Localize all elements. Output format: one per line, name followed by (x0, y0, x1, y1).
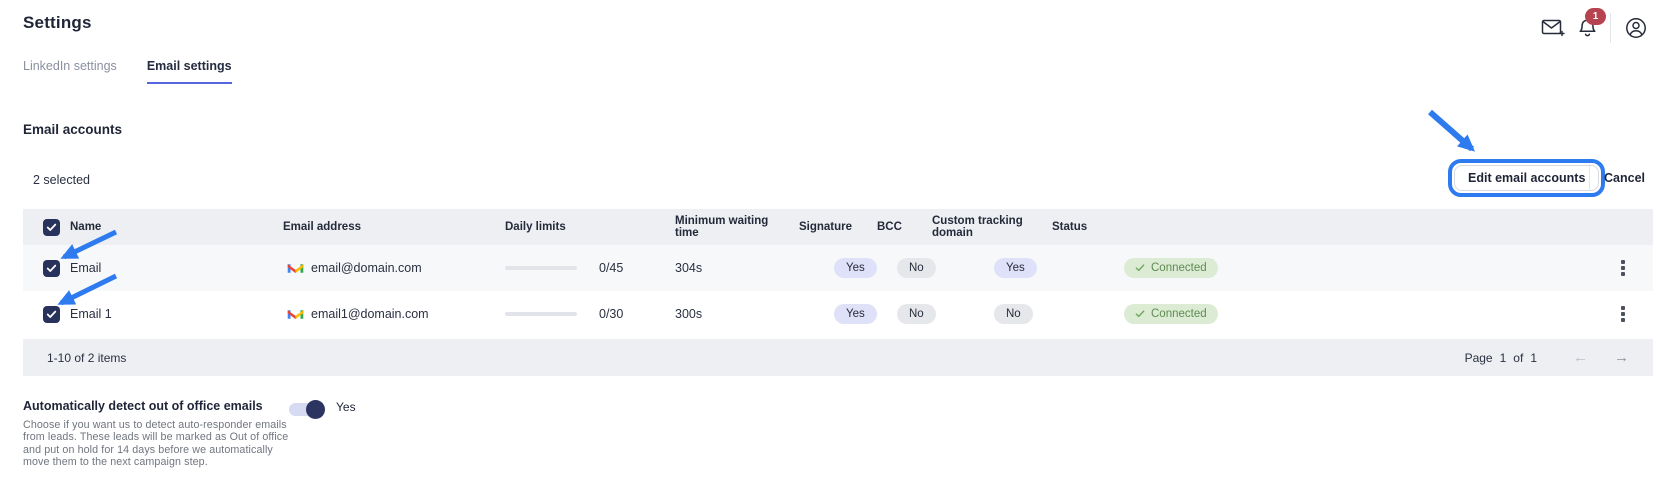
col-header-status: Status (1052, 221, 1593, 233)
bcc-badge: No (897, 258, 936, 278)
ooo-setting-label: Automatically detect out of office email… (23, 399, 263, 413)
min-waiting-time-value: 300s (675, 307, 787, 321)
daily-limit-progress-bar (505, 266, 577, 270)
mail-plus-icon (1541, 18, 1565, 38)
notifications-button[interactable]: 1 (1570, 11, 1604, 45)
custom-tracking-badge: Yes (994, 258, 1037, 278)
signature-badge: Yes (834, 258, 877, 278)
total-pages: 1 (1530, 351, 1537, 365)
min-waiting-time-value: 304s (675, 261, 787, 275)
edit-email-accounts-button[interactable]: Edit email accounts (1454, 165, 1599, 191)
pagination-bar: 1-10 of 2 items Page1of1 ← → (23, 339, 1653, 376)
notification-badge: 1 (1585, 8, 1606, 25)
row-actions-menu-button[interactable] (1617, 302, 1629, 326)
ooo-toggle-state: Yes (336, 400, 356, 414)
next-page-arrow-icon[interactable]: → (1614, 350, 1629, 365)
col-header-bcc: BCC (877, 221, 932, 233)
profile-button[interactable] (1619, 11, 1653, 45)
col-header-daily-limits: Daily limits (505, 221, 675, 233)
previous-page-arrow-icon[interactable]: ← (1573, 350, 1588, 365)
signature-badge: Yes (834, 304, 877, 324)
col-header-custom-tracking-domain: Custom tracking domain (932, 215, 1052, 239)
settings-tabs: LinkedIn settings Email settings (23, 59, 232, 84)
gmail-icon (287, 262, 304, 275)
check-icon (1135, 264, 1145, 272)
current-page-number: 1 (1500, 351, 1507, 365)
gmail-icon (287, 308, 304, 321)
page-title: Settings (23, 13, 92, 33)
email-accounts-table: Name Email address Daily limits Minimum … (23, 209, 1653, 376)
tab-email-settings[interactable]: Email settings (147, 59, 232, 84)
account-email: email1@domain.com (311, 307, 429, 321)
topbar-icons: 1 (1536, 10, 1653, 46)
bcc-badge: No (897, 304, 936, 324)
daily-limit-value: 0/45 (599, 261, 623, 275)
ooo-description: Choose if you want us to detect auto-res… (23, 419, 288, 469)
toggle-knob (306, 400, 325, 419)
table-row[interactable]: Email 1 email1@domain.com 0/30 300s Yes (23, 291, 1653, 337)
annotation-arrow-row1-checkbox (48, 226, 128, 270)
status-badge: Connected (1124, 258, 1218, 278)
table-body: Email email@domain.com 0/45 304s Yes (23, 245, 1653, 337)
tab-linkedin-settings[interactable]: LinkedIn settings (23, 59, 117, 84)
annotation-arrow-row2-checkbox (46, 270, 128, 314)
new-email-button[interactable] (1536, 11, 1570, 45)
selected-count: 2 selected (33, 173, 90, 187)
page-info: Page1of1 (1465, 351, 1537, 365)
cancel-button[interactable]: Cancel (1604, 171, 1645, 185)
table-row[interactable]: Email email@domain.com 0/45 304s Yes (23, 245, 1653, 291)
row-actions-menu-button[interactable] (1617, 256, 1629, 280)
items-count-text: 1-10 of 2 items (23, 351, 126, 365)
account-email: email@domain.com (311, 261, 422, 275)
col-header-signature: Signature (787, 221, 877, 233)
status-badge: Connected (1124, 304, 1218, 324)
daily-limit-value: 0/30 (599, 307, 623, 321)
ooo-toggle[interactable] (289, 403, 323, 416)
check-icon (1135, 310, 1145, 318)
daily-limit-progress-bar (505, 312, 577, 316)
table-header-row: Name Email address Daily limits Minimum … (23, 209, 1653, 245)
annotation-arrow-edit-button (1420, 104, 1494, 166)
section-heading: Email accounts (23, 122, 122, 137)
custom-tracking-badge: No (994, 304, 1033, 324)
toolbar-divider (1589, 164, 1590, 191)
topbar-divider (1610, 13, 1611, 43)
col-header-min-waiting-time: Minimum waiting time (675, 215, 787, 239)
user-icon (1624, 16, 1648, 40)
col-header-email-address: Email address (283, 221, 505, 233)
